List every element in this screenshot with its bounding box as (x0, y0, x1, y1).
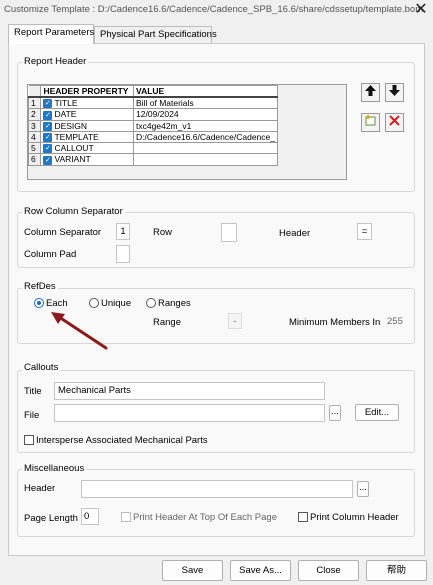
refdes-label: RefDes (22, 281, 58, 292)
row-label: Row (153, 227, 173, 238)
callout-title-label: Title (24, 386, 42, 397)
row-number: 4 (27, 130, 42, 144)
intersperse-label[interactable]: Intersperse Associated Mechanical Parts (36, 435, 208, 446)
close-button[interactable]: Close (298, 560, 359, 581)
column-pad-input[interactable] (116, 245, 130, 263)
callouts-label: Callouts (22, 362, 61, 373)
move-up-button[interactable] (361, 83, 380, 102)
callout-file-label: File (24, 410, 40, 421)
print-column-header-checkbox[interactable] (298, 512, 308, 522)
save-button[interactable]: Save (162, 560, 223, 581)
report-header-label: Report Header (22, 56, 89, 67)
page-length-label: Page Length (24, 513, 78, 524)
help-button[interactable]: 帮助 (366, 560, 427, 581)
row-number: 5 (27, 141, 42, 155)
print-column-header-label[interactable]: Print Column Header (310, 512, 399, 523)
row-number: 2 (27, 108, 42, 121)
minimum-members-label: Minimum Members In (289, 317, 381, 328)
add-row-button[interactable] (361, 113, 380, 132)
callout-edit-button[interactable]: Edit... (355, 404, 399, 421)
annotation-arrow-icon (51, 312, 108, 350)
property-name: VARIANT (54, 154, 91, 165)
value-cell[interactable] (133, 153, 278, 166)
window-title: Customize Template : D:/Cadence16.6/Cade… (4, 4, 424, 15)
row-number: 1 (27, 96, 42, 110)
property-cell[interactable]: ✓ VARIANT (40, 153, 135, 166)
value-cell[interactable] (133, 141, 278, 155)
misc-header-browse-button[interactable]: ... (357, 481, 369, 497)
property-name: TEMPLATE (54, 131, 99, 142)
arrow-down-icon (389, 85, 400, 96)
grid-header-row: HEADER PROPERTY VALUE (28, 85, 278, 98)
table-row[interactable]: 4 ✓ TEMPLATE D:/Cadence16.6/Cadence/Caden… (27, 130, 278, 144)
tab-report-parameters[interactable]: Report Parameters (8, 24, 94, 44)
refdes-ranges-radio[interactable] (146, 298, 156, 308)
property-cell[interactable]: ✓ TEMPLATE (40, 130, 135, 144)
table-row[interactable]: 1 ✓ TITLE Bill of Materials (27, 96, 278, 110)
column-separator-input[interactable]: 1 (116, 223, 130, 240)
arrow-up-icon (365, 85, 376, 96)
miscellaneous-label: Miscellaneous (22, 463, 87, 474)
range-input[interactable]: - (228, 313, 242, 329)
value-cell[interactable]: txc4ge42m_v1 (133, 119, 278, 132)
range-label: Range (153, 317, 181, 328)
save-as-button[interactable]: Save As... (230, 560, 291, 581)
checkbox-checked-icon[interactable]: ✓ (43, 144, 53, 153)
column-separator-label: Column Separator (24, 227, 102, 238)
row-column-separator-label: Row Column Separator (22, 206, 125, 217)
property-name: TITLE (54, 98, 78, 108)
print-header-checkbox[interactable] (121, 512, 131, 522)
delete-row-icon (389, 115, 400, 126)
table-row[interactable]: 3 ✓ DESIGN txc4ge42m_v1 (27, 119, 278, 132)
checkbox-checked-icon[interactable]: ✓ (43, 121, 53, 131)
column-header-property[interactable]: HEADER PROPERTY (40, 85, 135, 98)
property-cell[interactable]: ✓ DESIGN (40, 119, 135, 132)
title-bar: Customize Template : D:/Cadence16.6/Cade… (0, 0, 433, 20)
header-separator-input[interactable]: = (357, 223, 372, 240)
property-cell[interactable]: ✓ TITLE (40, 96, 135, 110)
intersperse-checkbox[interactable] (24, 435, 34, 445)
column-pad-label: Column Pad (24, 249, 77, 260)
delete-row-button[interactable] (385, 113, 404, 132)
row-separator-input[interactable] (221, 223, 237, 242)
checkbox-checked-icon[interactable]: ✓ (43, 99, 53, 108)
value-cell[interactable]: Bill of Materials (133, 96, 278, 110)
value-cell[interactable]: D:/Cadence16.6/Cadence/Cadence_ (133, 130, 278, 144)
property-cell[interactable]: ✓ DATE (40, 108, 135, 121)
refdes-ranges-label[interactable]: Ranges (158, 298, 191, 309)
close-icon[interactable]: ✕ (412, 1, 430, 19)
callout-file-input[interactable] (54, 404, 325, 422)
page-length-input[interactable]: 0 (81, 508, 99, 525)
callout-title-input[interactable]: Mechanical Parts (54, 382, 325, 400)
table-row[interactable]: 2 ✓ DATE 12/09/2024 (27, 108, 278, 121)
table-row[interactable]: 5 ✓ CALLOUT (27, 141, 278, 155)
property-cell[interactable]: ✓ CALLOUT (40, 141, 135, 155)
property-name: DESIGN (54, 120, 88, 131)
header-separator-label: Header (279, 228, 311, 239)
tab-physical-part-specifications[interactable]: Physical Part Specifications (94, 26, 217, 44)
row-number: 6 (27, 153, 42, 166)
column-header-value[interactable]: VALUE (133, 85, 278, 98)
row-number-header (28, 85, 42, 98)
add-row-icon (365, 115, 376, 126)
callout-file-browse-button[interactable]: ... (329, 405, 341, 421)
table-row[interactable]: 6 ✓ VARIANT (27, 153, 278, 166)
minimum-members-value[interactable]: 255 (387, 316, 403, 327)
value-cell[interactable]: 12/09/2024 (133, 108, 278, 121)
header-property-grid[interactable]: HEADER PROPERTY VALUE 1 ✓ TITLE Bill of M… (27, 84, 347, 180)
row-column-separator-group (17, 212, 415, 268)
property-name: DATE (54, 109, 77, 120)
row-number: 3 (27, 119, 42, 132)
print-header-label[interactable]: Print Header At Top Of Each Page (133, 512, 277, 523)
checkbox-checked-icon[interactable]: ✓ (43, 110, 53, 119)
property-name: CALLOUT (54, 143, 94, 153)
misc-header-input[interactable] (81, 480, 353, 498)
refdes-each-radio[interactable] (34, 298, 44, 308)
move-down-button[interactable] (385, 83, 404, 102)
checkbox-checked-icon[interactable]: ✓ (43, 133, 53, 142)
checkbox-checked-icon[interactable]: ✓ (43, 155, 53, 164)
misc-header-label: Header (24, 483, 56, 494)
refdes-unique-radio[interactable] (89, 298, 99, 308)
